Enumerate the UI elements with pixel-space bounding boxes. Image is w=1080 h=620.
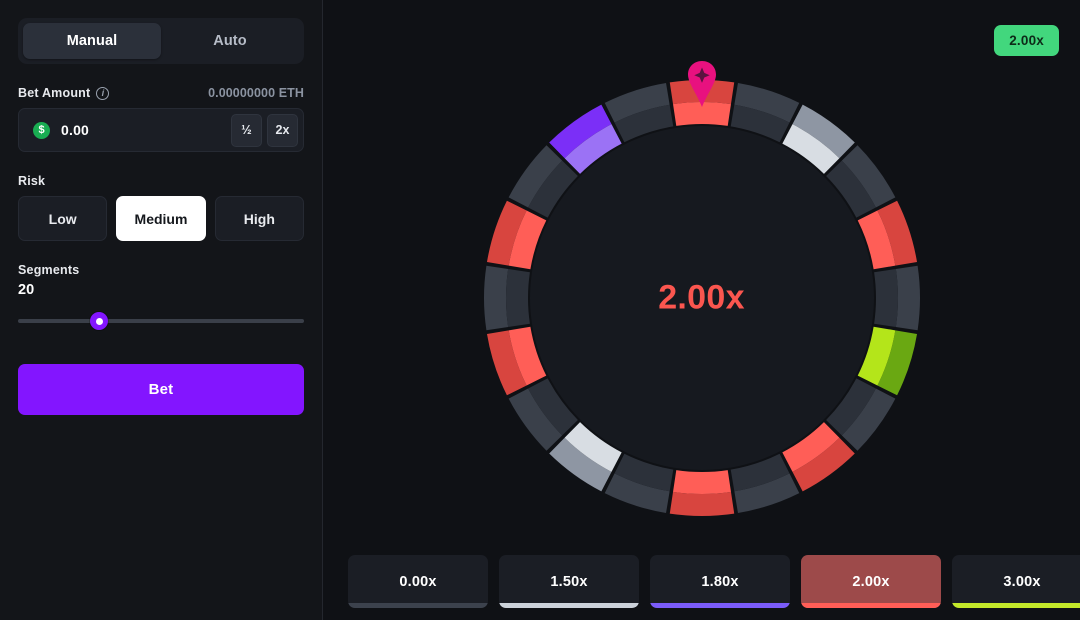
bet-amount-input[interactable]: 0.00 (61, 122, 226, 138)
mode-switch: Manual Auto (18, 18, 304, 64)
multiplier-card-active[interactable]: 2.00x (801, 555, 941, 608)
risk-option-high[interactable]: High (214, 196, 304, 241)
tab-manual[interactable]: Manual (23, 23, 161, 59)
multiplier-card-label: 0.00x (399, 573, 437, 590)
bet-control-panel: Manual Auto Bet Amount i 0.00000000 ETH … (0, 0, 323, 620)
bet-amount-eth-value: 0.00000000 ETH (208, 86, 304, 100)
risk-label: Risk (18, 174, 46, 188)
wheel[interactable]: 2.00x (482, 78, 922, 518)
multiplier-card[interactable]: 1.50x (499, 555, 639, 608)
bet-amount-input-group[interactable]: $ 0.00 ½ 2x (18, 108, 304, 152)
wheel-graphic[interactable] (482, 78, 922, 518)
multiplier-card-underline (650, 603, 790, 608)
segments-value: 20 (18, 282, 35, 298)
bet-amount-label: Bet Amount (18, 86, 91, 100)
wheel-game-app: Manual Auto Bet Amount i 0.00000000 ETH … (0, 0, 1080, 620)
game-area: 2.00x 2.00x 0.00x 1.50x 1.80x 2.00x 3.00… (323, 0, 1080, 620)
multiplier-card[interactable]: 3.00x (952, 555, 1080, 608)
wheel-pointer-pin-icon (687, 61, 716, 107)
wheel-stage: 2.00x (323, 0, 1080, 540)
bet-button[interactable]: Bet (18, 364, 304, 415)
multiplier-card[interactable]: 1.80x (650, 555, 790, 608)
bet-double-button[interactable]: 2x (267, 113, 298, 147)
multiplier-card-label: 1.50x (550, 573, 588, 590)
multiplier-history-bar: 0.00x 1.50x 1.80x 2.00x 3.00x (348, 555, 1080, 608)
segments-slider-thumb[interactable] (90, 312, 109, 330)
dollar-coin-icon: $ (33, 121, 50, 139)
multiplier-card-underline (952, 603, 1080, 608)
multiplier-card-underline (499, 603, 639, 608)
multiplier-card-label: 2.00x (852, 573, 890, 590)
multiplier-card-underline (348, 603, 488, 608)
bet-amount-header: Bet Amount i 0.00000000 ETH (18, 86, 304, 100)
info-icon[interactable]: i (96, 86, 110, 100)
segments-slider[interactable] (18, 312, 304, 330)
risk-options: Low Medium High (18, 196, 304, 241)
bet-half-button[interactable]: ½ (231, 113, 262, 147)
segments-slider-track[interactable] (18, 319, 304, 323)
multiplier-card[interactable]: 0.00x (348, 555, 488, 608)
multiplier-card-underline (801, 603, 941, 608)
multiplier-card-label: 3.00x (1003, 573, 1041, 590)
multiplier-card-label: 1.80x (701, 573, 739, 590)
bet-amount-label-group: Bet Amount i (18, 86, 110, 100)
tab-auto[interactable]: Auto (161, 23, 299, 59)
risk-option-medium[interactable]: Medium (116, 196, 206, 241)
risk-option-low[interactable]: Low (18, 196, 108, 241)
segments-label: Segments (18, 263, 80, 277)
